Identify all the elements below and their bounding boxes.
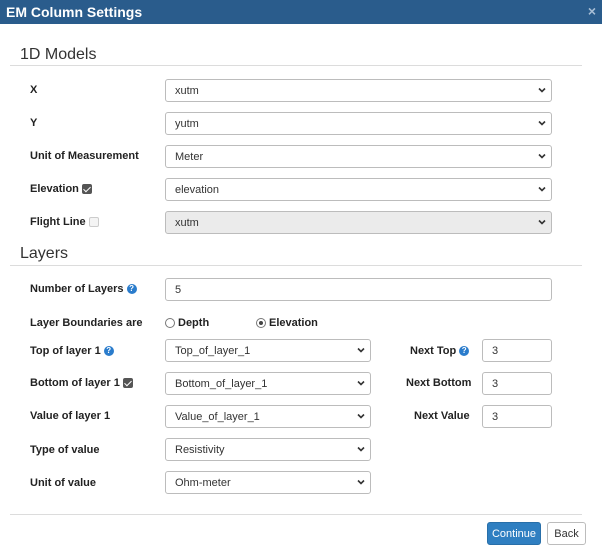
next-bottom-label: Next Bottom <box>406 377 472 389</box>
chevron-down-icon <box>357 446 365 452</box>
flight-line-label: Flight Line <box>30 216 99 228</box>
elevation-select[interactable]: elevation <box>165 178 552 201</box>
chevron-down-icon <box>357 479 365 485</box>
next-top-input[interactable]: 3 <box>482 339 552 362</box>
bottom-of-layer-value: Bottom_of_layer_1 <box>175 377 268 390</box>
unit-of-measurement-label: Unit of Measurement <box>30 150 139 162</box>
top-of-layer-select[interactable]: Top_of_layer_1 <box>165 339 371 362</box>
value-of-layer-label: Value of layer 1 <box>30 410 111 422</box>
next-top-value: 3 <box>492 344 499 357</box>
chevron-down-icon <box>357 380 365 386</box>
next-bottom-input[interactable]: 3 <box>482 372 552 395</box>
dialog-titlebar: EM Column Settings × <box>0 0 602 24</box>
section-title-1d-models: 1D Models <box>20 46 97 63</box>
bottom-of-layer-select[interactable]: Bottom_of_layer_1 <box>165 372 371 395</box>
continue-button[interactable]: Continue <box>487 522 541 545</box>
unit-select-value: Meter <box>175 150 204 163</box>
radio-elevation-option[interactable]: Elevation <box>256 317 318 329</box>
x-select-value: xutm <box>175 84 199 97</box>
number-of-layers-label: Number of Layers ? <box>30 283 137 295</box>
unit-of-value-value: Ohm-meter <box>175 476 231 489</box>
chevron-down-icon <box>538 219 546 225</box>
number-of-layers-value: 5 <box>175 283 182 296</box>
y-label: Y <box>30 117 38 129</box>
next-value-value: 3 <box>492 410 499 423</box>
chevron-down-icon <box>538 186 546 192</box>
elevation-radio-label: Elevation <box>269 317 318 329</box>
next-top-label: Next Top ? <box>410 345 470 357</box>
depth-radio[interactable] <box>165 318 175 328</box>
type-of-value-value: Resistivity <box>175 443 225 456</box>
close-icon[interactable]: × <box>588 3 596 19</box>
elevation-checkbox[interactable] <box>81 184 92 194</box>
section-title-layers: Layers <box>20 245 69 262</box>
chevron-down-icon <box>357 347 365 353</box>
value-of-layer-select[interactable]: Value_of_layer_1 <box>165 405 371 428</box>
help-icon[interactable]: ? <box>103 346 114 356</box>
chevron-down-icon <box>357 413 365 419</box>
value-of-layer-value: Value_of_layer_1 <box>175 410 260 423</box>
flight-line-checkbox[interactable] <box>88 217 99 227</box>
footer-divider <box>10 514 582 515</box>
elevation-radio[interactable] <box>256 318 266 328</box>
back-button[interactable]: Back <box>547 522 586 545</box>
type-of-value-select[interactable]: Resistivity <box>165 438 371 461</box>
divider <box>10 65 582 66</box>
y-select-value: yutm <box>175 117 199 130</box>
flight-line-select: xutm <box>165 211 552 234</box>
number-of-layers-input[interactable]: 5 <box>165 278 552 301</box>
radio-depth-option[interactable]: Depth <box>165 317 209 329</box>
chevron-down-icon <box>538 120 546 126</box>
depth-radio-label: Depth <box>178 317 210 329</box>
bottom-of-layer-label: Bottom of layer 1 <box>30 377 133 389</box>
elevation-select-value: elevation <box>175 183 220 196</box>
help-icon[interactable]: ? <box>126 284 137 294</box>
divider <box>10 265 582 266</box>
next-value-label: Next Value <box>414 410 470 422</box>
chevron-down-icon <box>538 153 546 159</box>
unit-of-value-label: Unit of value <box>30 477 97 489</box>
next-value-input[interactable]: 3 <box>482 405 552 428</box>
unit-of-measurement-select[interactable]: Meter <box>165 145 552 168</box>
dialog-title: EM Column Settings <box>6 4 143 20</box>
next-bottom-value: 3 <box>492 377 499 390</box>
layer-boundaries-label: Layer Boundaries are <box>30 317 143 329</box>
top-of-layer-label: Top of layer 1 ? <box>30 345 114 357</box>
x-select[interactable]: xutm <box>165 79 552 102</box>
elevation-label: Elevation <box>30 183 92 195</box>
x-label: X <box>30 84 38 96</box>
type-of-value-label: Type of value <box>30 444 100 456</box>
flight-line-select-value: xutm <box>175 216 199 229</box>
bottom-of-layer-checkbox[interactable] <box>122 378 133 388</box>
chevron-down-icon <box>538 87 546 93</box>
y-select[interactable]: yutm <box>165 112 552 135</box>
unit-of-value-select[interactable]: Ohm-meter <box>165 471 371 494</box>
top-of-layer-value: Top_of_layer_1 <box>175 344 251 357</box>
help-icon[interactable]: ? <box>459 346 470 356</box>
